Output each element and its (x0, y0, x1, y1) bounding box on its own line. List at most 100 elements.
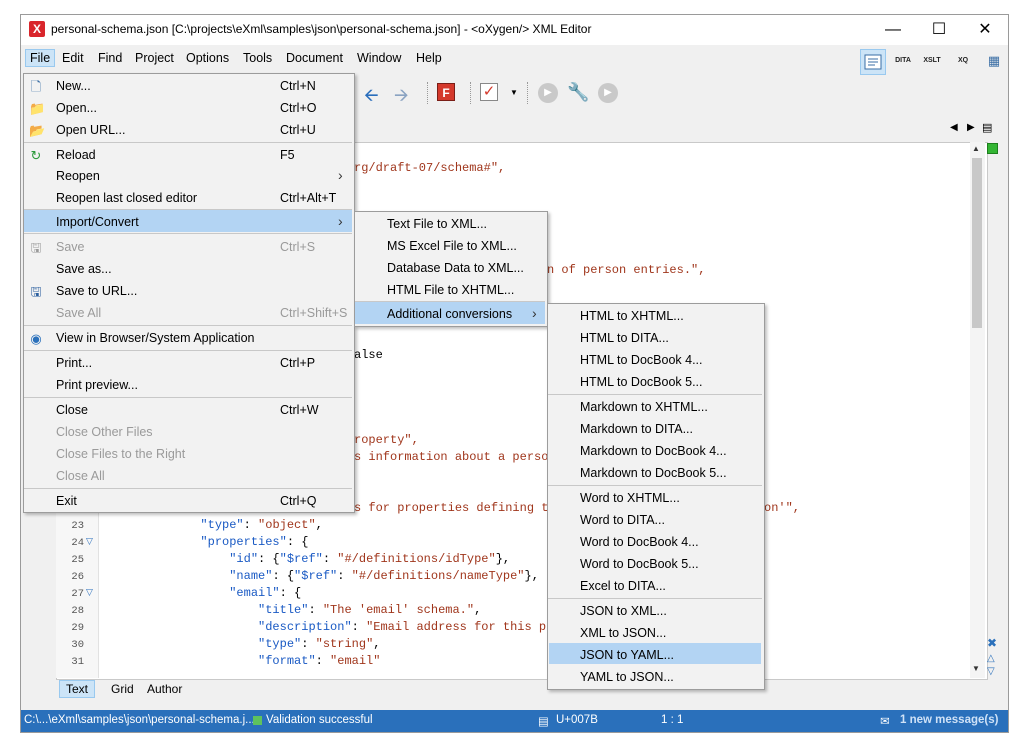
menu-separator (24, 488, 352, 489)
conversion-menu-item[interactable]: Markdown to DITA... (580, 422, 693, 436)
debug-transformation-icon[interactable]: ▶ (598, 83, 618, 103)
database-perspective-icon[interactable]: ▦ (982, 49, 1006, 73)
code-token: }, (524, 569, 539, 583)
scroll-down-icon[interactable]: ▼ (972, 664, 980, 673)
import-menu-item[interactable]: Text File to XML... (387, 217, 487, 231)
code-token: "name" (229, 569, 273, 583)
format-indent-icon[interactable]: F (437, 83, 455, 101)
file-menu-item[interactable]: Print... (56, 356, 92, 370)
conversion-menu-item[interactable]: HTML to DocBook 4... (580, 353, 703, 367)
forward-icon[interactable]: 🡪 (394, 83, 409, 113)
file-menu-item[interactable]: View in Browser/System Application (56, 331, 254, 345)
conversion-menu-item[interactable]: HTML to DITA... (580, 331, 669, 345)
toolbar-separator (427, 82, 429, 104)
configure-transformation-icon[interactable]: 🔧 (567, 82, 589, 103)
menu-project[interactable]: Project (135, 51, 174, 65)
fold-toggle-icon[interactable]: ▽ (86, 587, 93, 598)
apply-transformation-icon[interactable]: ▶ (538, 83, 558, 103)
conversion-menu-item[interactable]: YAML to JSON... (580, 670, 674, 684)
xslt-perspective-icon[interactable]: XSLT (920, 49, 944, 73)
conversion-menu-item[interactable]: HTML to DocBook 5... (580, 375, 703, 389)
tab-list-icon[interactable]: ▤ (982, 121, 992, 134)
file-menu-item[interactable]: Open URL... (56, 123, 125, 137)
scrollbar-thumb[interactable] (972, 158, 982, 328)
menu-tools[interactable]: Tools (243, 51, 272, 65)
import-menu-item[interactable]: Database Data to XML... (387, 261, 524, 275)
file-menu-item: Save (56, 240, 85, 254)
code-token: : (301, 637, 316, 651)
menu-options[interactable]: Options (186, 51, 229, 65)
import-menu-item[interactable]: Additional conversions (387, 307, 512, 321)
dita-perspective-icon[interactable]: DITA (891, 49, 915, 73)
code-fragment: on'", (764, 501, 801, 515)
status-character: U+007B (556, 714, 598, 726)
menu-document[interactable]: Document (286, 51, 343, 65)
minimize-button[interactable]: — (870, 15, 916, 45)
validate-icon[interactable]: ✓ (480, 83, 498, 101)
menu-find[interactable]: Find (98, 51, 122, 65)
tab-author[interactable]: Author (147, 682, 182, 696)
file-menu-item[interactable]: Reopen (56, 169, 100, 183)
tab-grid[interactable]: Grid (111, 682, 134, 696)
conversion-menu-item[interactable]: Markdown to DocBook 4... (580, 444, 727, 458)
menu-separator (24, 397, 352, 398)
file-menu-item[interactable]: Exit (56, 494, 77, 508)
code-token: "#/definitions/nameType" (351, 569, 525, 583)
fold-toggle-icon[interactable]: ▽ (86, 536, 93, 547)
close-button[interactable]: ✕ (962, 15, 1008, 45)
conversion-menu-item[interactable]: Markdown to DocBook 5... (580, 466, 727, 480)
conversion-menu-item[interactable]: Markdown to XHTML... (580, 400, 708, 414)
import-menu-item[interactable]: MS Excel File to XML... (387, 239, 517, 253)
file-menu-item[interactable]: Print preview... (56, 378, 138, 392)
code-token: : { (279, 586, 302, 600)
code-token: "format" (258, 654, 316, 668)
code-token: "email" (330, 654, 381, 668)
code-token: : (315, 654, 331, 668)
conversion-menu-item[interactable]: Word to DocBook 4... (580, 535, 699, 549)
validate-dropdown-icon[interactable]: ▼ (510, 88, 518, 97)
menu-file[interactable]: File (25, 49, 56, 67)
file-menu-item[interactable]: Save as... (56, 262, 112, 276)
import-menu-item[interactable]: HTML File to XHTML... (387, 283, 514, 297)
editor-mode-tabs (56, 680, 986, 700)
maximize-button[interactable]: ☐ (916, 15, 962, 45)
file-menu-item[interactable]: New... (56, 79, 91, 93)
code-fragment: alse (354, 348, 383, 362)
menu-edit[interactable]: Edit (62, 51, 84, 65)
conversion-menu-item[interactable]: JSON to YAML... (580, 648, 674, 662)
conversion-menu-item[interactable]: XML to JSON... (580, 626, 666, 640)
tab-scroll-left-icon[interactable]: ◀ (950, 122, 958, 133)
conversion-menu-item[interactable]: HTML to XHTML... (580, 309, 684, 323)
tab-scroll-right-icon[interactable]: ▶ (967, 122, 975, 133)
code-line: "title": "The 'email' schema.", (114, 603, 481, 617)
conversion-menu-item[interactable]: Word to DITA... (580, 513, 665, 527)
file-menu-item[interactable]: Open... (56, 101, 97, 115)
previous-error-icon[interactable]: △ (987, 653, 995, 664)
menu-shortcut: Ctrl+Alt+T (280, 191, 337, 205)
xquery-perspective-icon[interactable]: XQ (951, 49, 975, 73)
file-menu-item[interactable]: Reopen last closed editor (56, 191, 197, 205)
next-error-icon[interactable]: ▽ (987, 666, 995, 677)
file-menu-item[interactable]: Reload (56, 148, 96, 162)
conversion-menu-item[interactable]: Word to DocBook 5... (580, 557, 699, 571)
tab-text[interactable]: Text (59, 680, 96, 698)
file-menu-item[interactable]: Import/Convert (56, 215, 139, 229)
menu-help[interactable]: Help (416, 51, 442, 65)
conversion-menu-item[interactable]: JSON to XML... (580, 604, 667, 618)
line-number: 30 (71, 639, 84, 651)
scroll-up-icon[interactable]: ▲ (972, 144, 980, 153)
editor-perspective-icon[interactable] (860, 49, 886, 75)
submenu-arrow-icon: › (532, 305, 537, 321)
menu-window[interactable]: Window (357, 51, 401, 65)
error-marker-icon[interactable]: ✖ (987, 636, 997, 650)
back-icon[interactable]: 🡨 (364, 83, 379, 113)
conversion-menu-item[interactable]: Excel to DITA... (580, 579, 666, 593)
status-messages[interactable]: 1 new message(s) (900, 714, 998, 726)
conversion-menu-item[interactable]: Word to XHTML... (580, 491, 680, 505)
folder-url-icon: 📂 (29, 123, 46, 138)
file-menu-item[interactable]: Save to URL... (56, 284, 137, 298)
file-menu-item[interactable]: Close (56, 403, 88, 417)
code-token: : (322, 552, 338, 566)
status-validation[interactable]: Validation successful (266, 714, 373, 726)
code-token: }, (495, 552, 511, 566)
